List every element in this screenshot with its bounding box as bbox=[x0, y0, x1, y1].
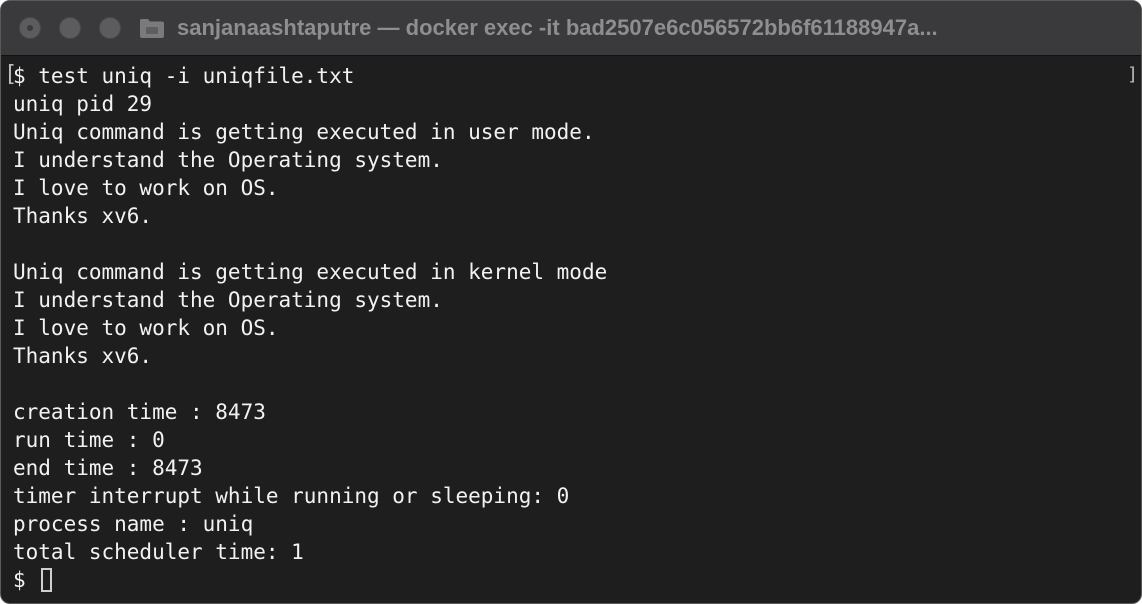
terminal-line: I love to work on OS. bbox=[13, 316, 279, 340]
minimize-window-button[interactable] bbox=[59, 17, 81, 39]
terminal-line: I love to work on OS. bbox=[13, 176, 279, 200]
terminal-line: end time : 8473 bbox=[13, 456, 203, 480]
terminal-text: $ test uniq -i uniqfile.txt uniq pid 29 … bbox=[13, 62, 607, 594]
terminal-line: total scheduler time: 1 bbox=[13, 540, 304, 564]
zoom-window-button[interactable] bbox=[99, 17, 121, 39]
terminal-line: Uniq command is getting executed in user… bbox=[13, 120, 595, 144]
shell-prompt: $ bbox=[13, 568, 39, 592]
text-cursor[interactable] bbox=[41, 568, 53, 592]
right-bracket-mark: ] bbox=[1127, 64, 1138, 85]
folder-icon bbox=[139, 17, 165, 39]
command-prompt-line[interactable]: $ bbox=[13, 566, 607, 594]
terminal-line: I understand the Operating system. bbox=[13, 148, 443, 172]
terminal-line: run time : 0 bbox=[13, 428, 165, 452]
terminal-line: Thanks xv6. bbox=[13, 344, 153, 368]
close-window-button[interactable] bbox=[19, 17, 41, 39]
terminal-output-area[interactable]: [ ] $ test uniq -i uniqfile.txt uniq pid… bbox=[1, 56, 1141, 603]
terminal-window: sanjanaashtaputre — docker exec -it bad2… bbox=[0, 0, 1142, 604]
terminal-line: creation time : 8473 bbox=[13, 400, 266, 424]
terminal-line: Uniq command is getting executed in kern… bbox=[13, 260, 608, 284]
window-title-area: sanjanaashtaputre — docker exec -it bad2… bbox=[139, 1, 1141, 55]
terminal-line: I understand the Operating system. bbox=[13, 288, 443, 312]
terminal-line: process name : uniq bbox=[13, 512, 254, 536]
terminal-line: timer interrupt while running or sleepin… bbox=[13, 484, 570, 508]
terminal-line: Thanks xv6. bbox=[13, 204, 153, 228]
terminal-line: uniq pid 29 bbox=[13, 92, 153, 116]
title-bar[interactable]: sanjanaashtaputre — docker exec -it bad2… bbox=[1, 1, 1141, 56]
terminal-line: $ test uniq -i uniqfile.txt bbox=[13, 64, 355, 88]
window-title: sanjanaashtaputre — docker exec -it bad2… bbox=[177, 15, 938, 40]
